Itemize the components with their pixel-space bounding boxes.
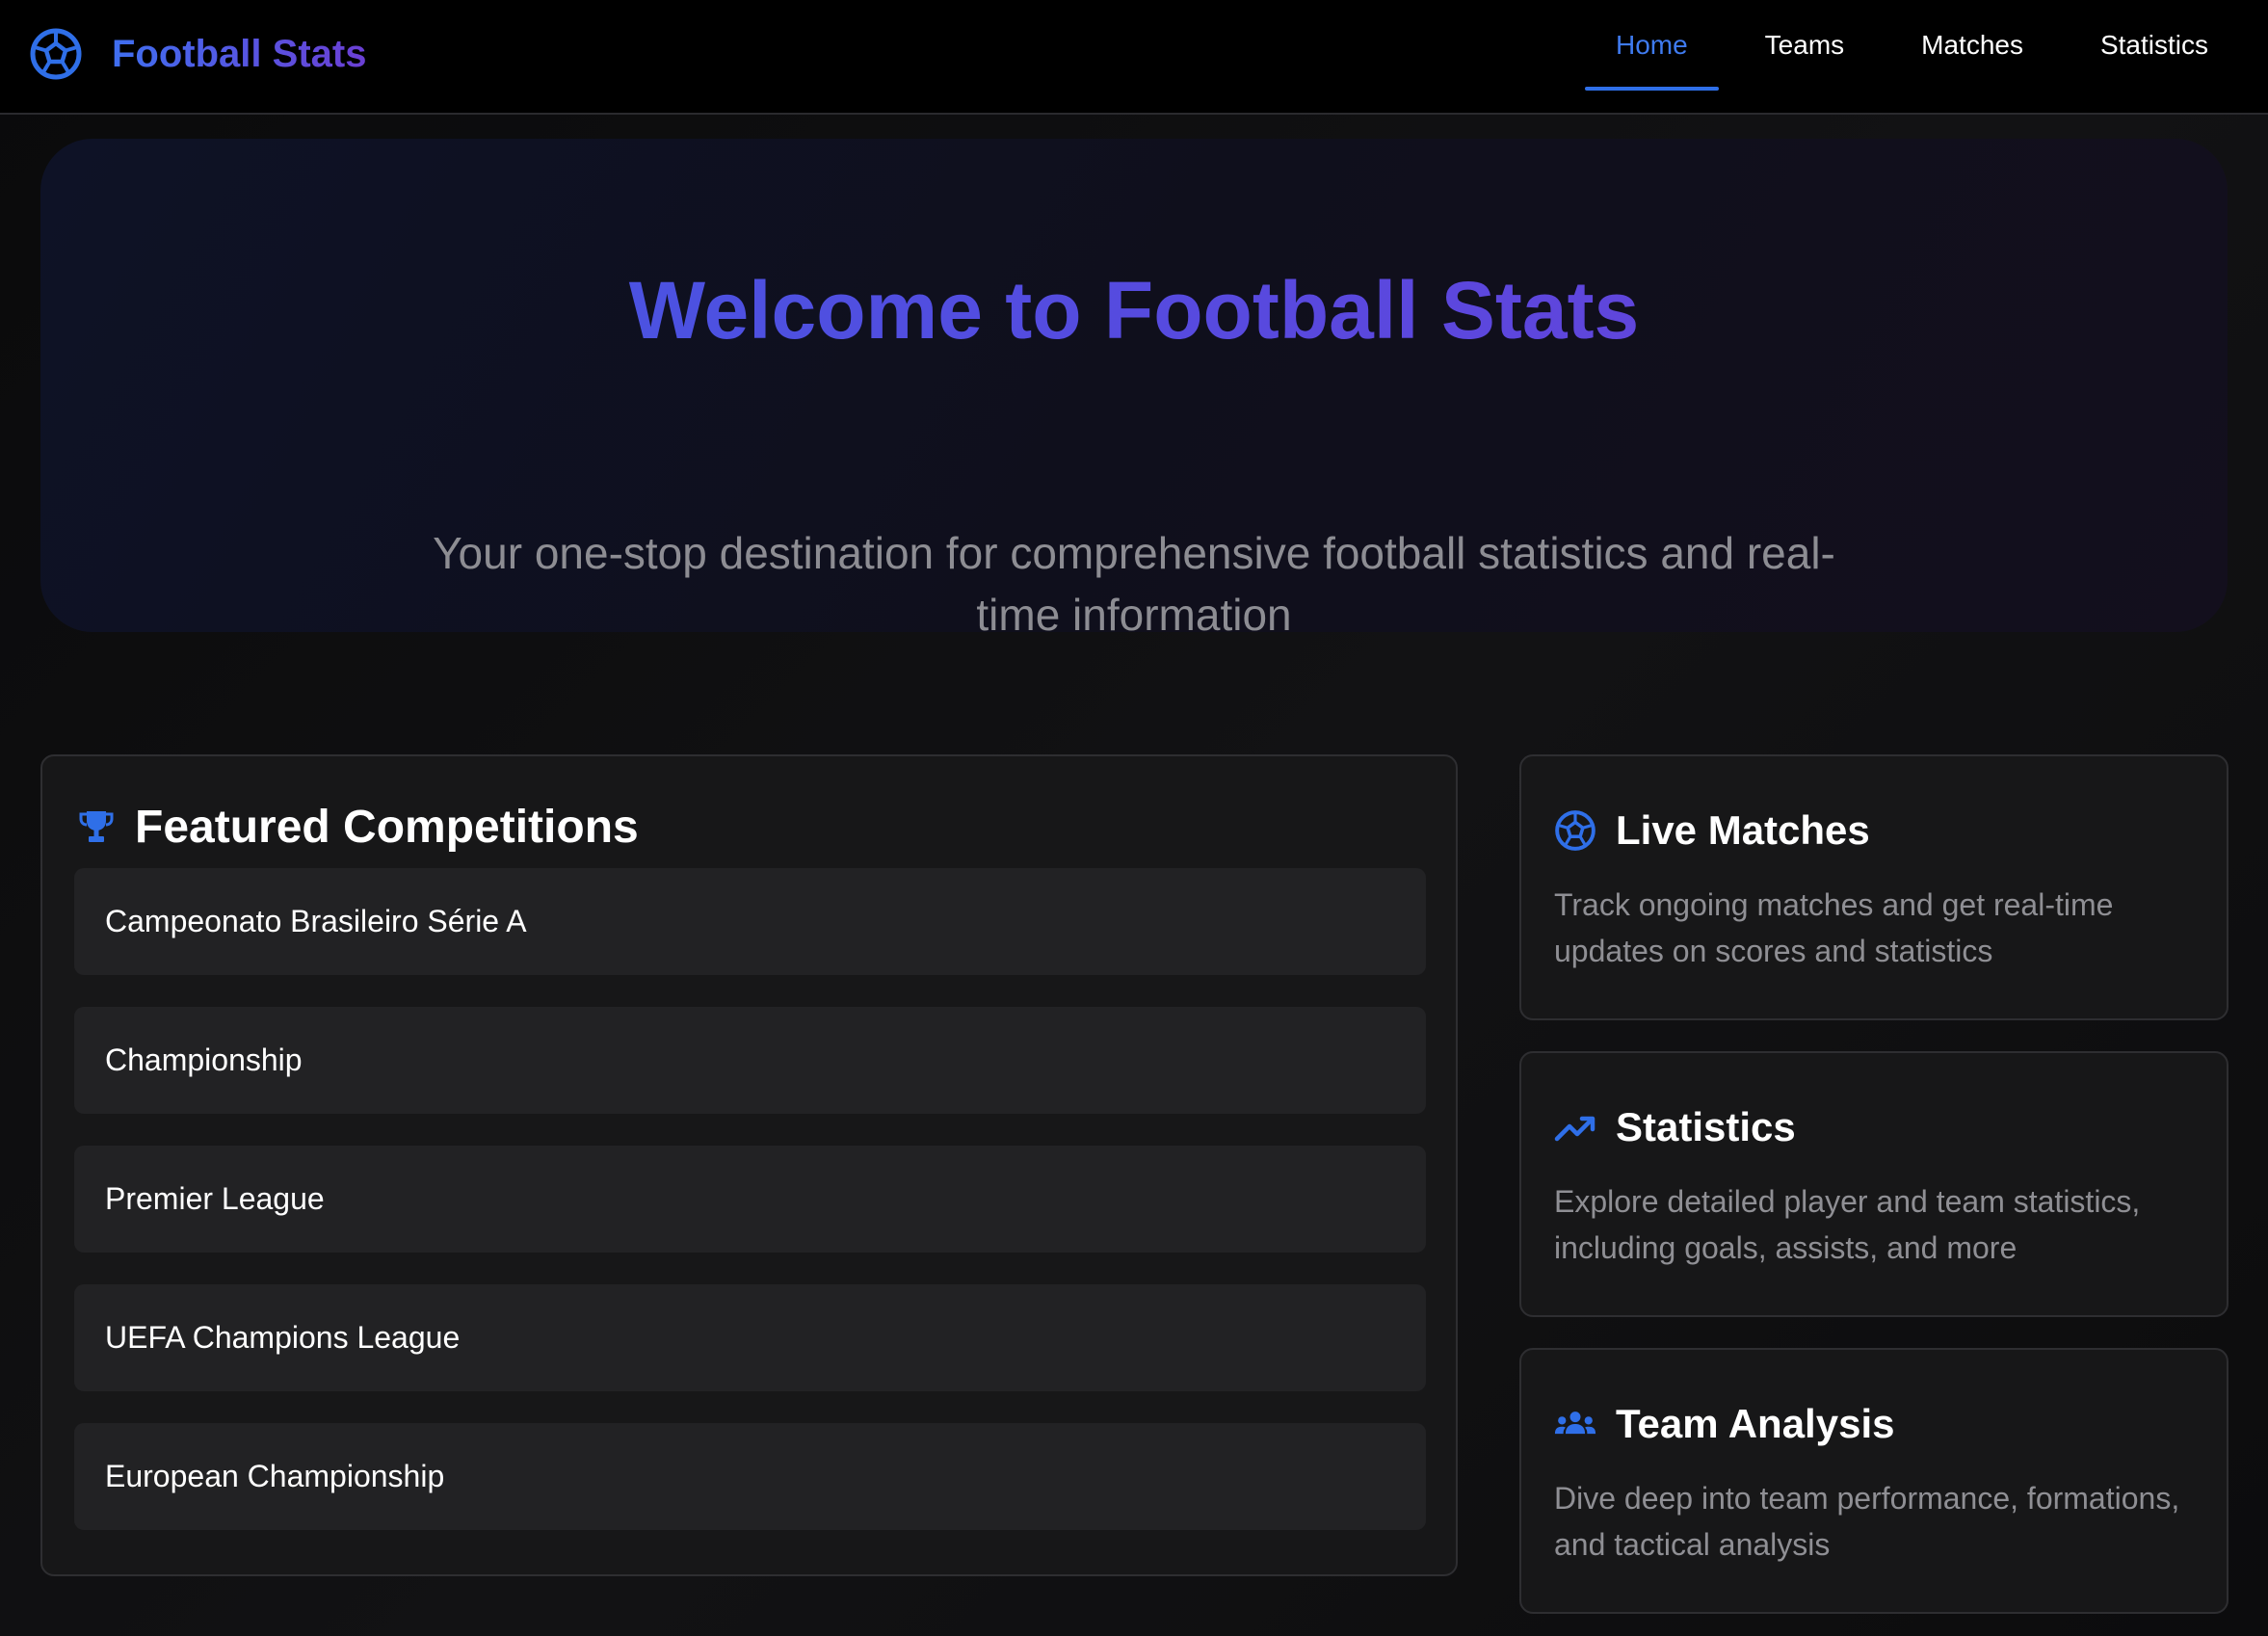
trending-up-icon — [1554, 1116, 1596, 1142]
statistics-card[interactable]: Statistics Explore detailed player and t… — [1519, 1051, 2228, 1317]
nav-home[interactable]: Home — [1584, 0, 1719, 91]
hero-banner: Welcome to Football Stats Your one-stop … — [40, 139, 2228, 640]
competition-item[interactable]: Campeonato Brasileiro Série A — [74, 868, 1426, 975]
soccer-ball-icon — [1555, 810, 1596, 851]
competitions-header: Featured Competitions — [77, 793, 639, 860]
competition-item[interactable]: European Championship — [74, 1423, 1426, 1530]
statistics-title: Statistics — [1616, 1104, 1796, 1149]
competition-item[interactable]: Premier League — [74, 1146, 1426, 1253]
statistics-header: Statistics — [1554, 1094, 1796, 1161]
navbar: Football Stats Home Teams Matches Statis… — [0, 0, 2268, 115]
competition-item[interactable]: Championship — [74, 1007, 1426, 1114]
statistics-description: Explore detailed player and team statist… — [1554, 1184, 2141, 1265]
team-icon — [1554, 1412, 1596, 1435]
nav-teams[interactable]: Teams — [1734, 0, 1875, 91]
team-analysis-header: Team Analysis — [1554, 1390, 1894, 1458]
hero-subtitle: Your one-stop destination for comprehens… — [433, 528, 1835, 640]
competition-item[interactable]: UEFA Champions League — [74, 1284, 1426, 1391]
nav-matches[interactable]: Matches — [1890, 0, 2054, 91]
team-analysis-title: Team Analysis — [1616, 1401, 1895, 1446]
team-analysis-description: Dive deep into team performance, formati… — [1554, 1481, 2180, 1562]
hero-title: Welcome to Football Stats — [40, 262, 2228, 358]
team-analysis-card[interactable]: Team Analysis Dive deep into team perfor… — [1519, 1348, 2228, 1614]
main-nav: Home Teams Matches Statistics — [1569, 0, 2239, 115]
live-matches-header: Live Matches — [1554, 797, 1870, 864]
brand-name: Football Stats — [112, 27, 366, 81]
live-matches-card[interactable]: Live Matches Track ongoing matches and g… — [1519, 754, 2228, 1020]
competitions-list: Campeonato Brasileiro Série A Championsh… — [74, 868, 1426, 1562]
competitions-title: Featured Competitions — [135, 801, 639, 853]
nav-statistics[interactable]: Statistics — [2070, 0, 2239, 91]
soccer-ball-icon — [30, 28, 82, 80]
featured-competitions-card: Featured Competitions Campeonato Brasile… — [40, 754, 1458, 1576]
trophy-icon — [79, 811, 114, 842]
live-matches-title: Live Matches — [1616, 807, 1870, 853]
brand-logo-link[interactable]: Football Stats — [29, 25, 366, 83]
live-matches-description: Track ongoing matches and get real-time … — [1554, 887, 2114, 968]
